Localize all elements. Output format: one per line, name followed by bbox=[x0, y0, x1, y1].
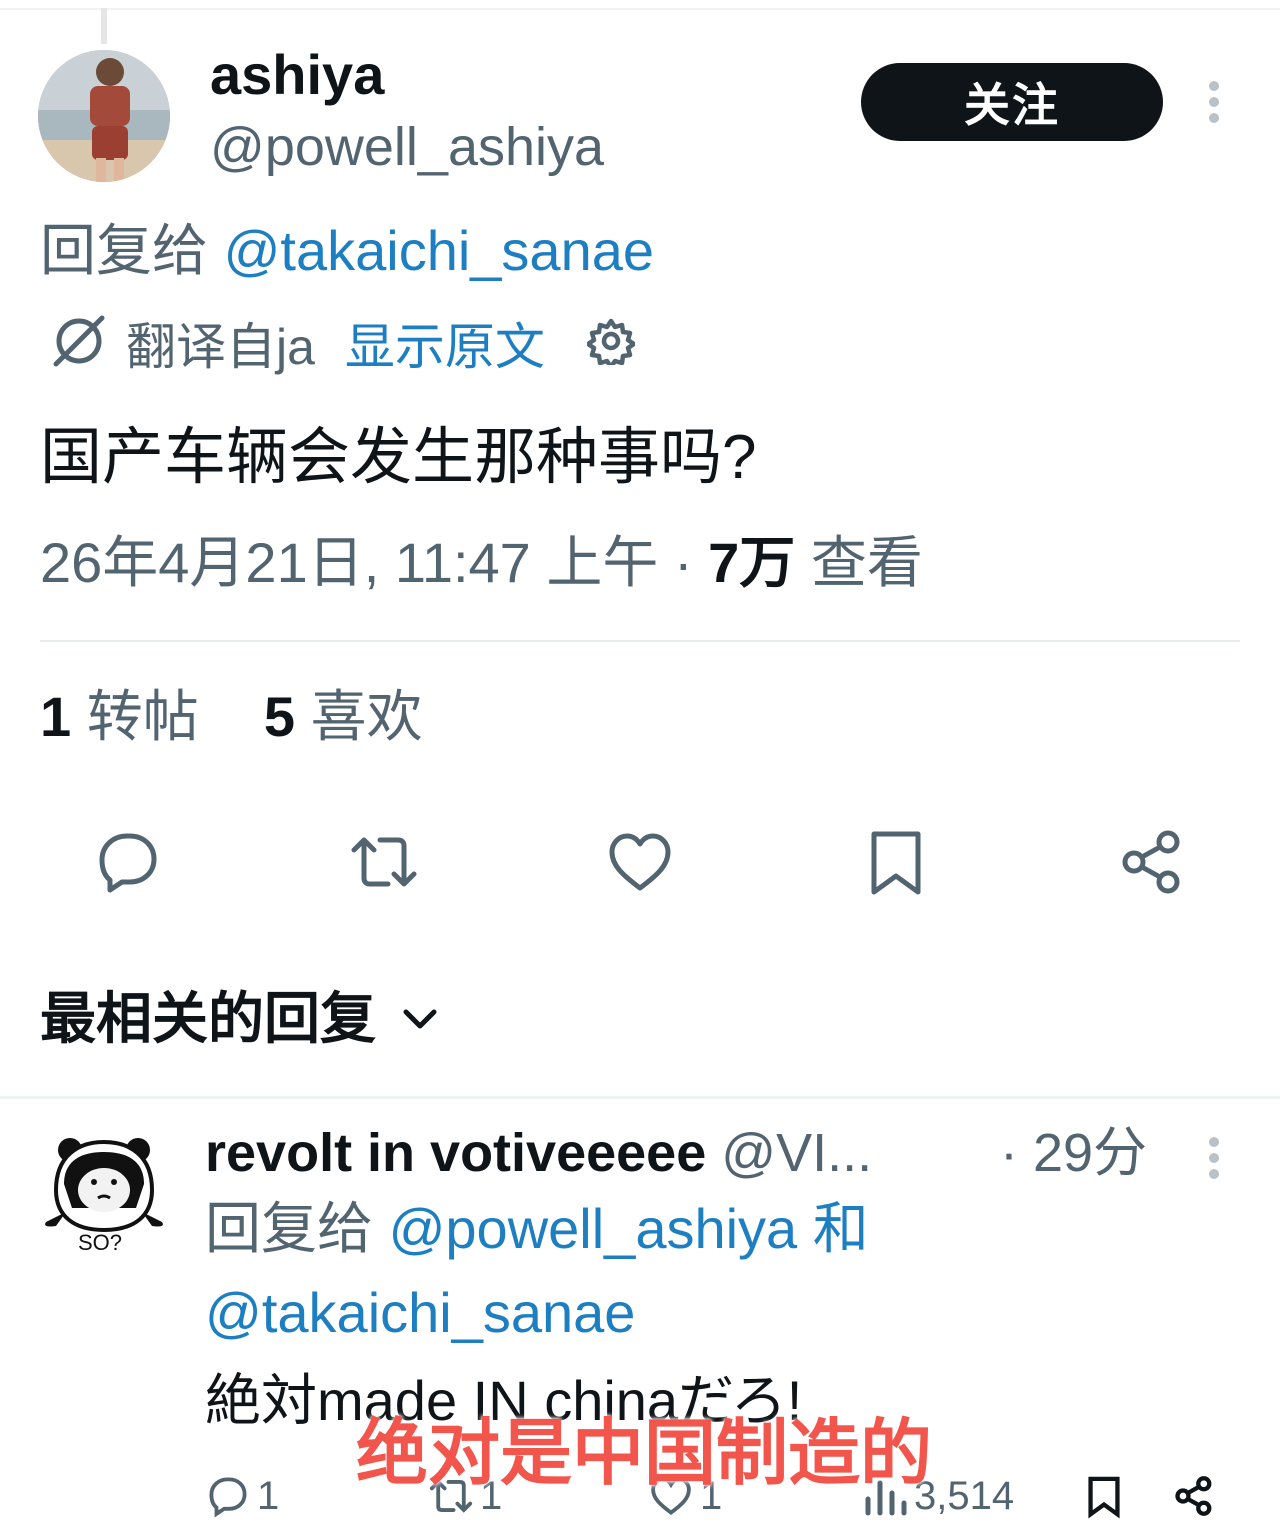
bookmark-icon bbox=[1088, 1476, 1120, 1519]
reply-reply-button[interactable]: 1 bbox=[205, 1470, 279, 1522]
show-original-link[interactable]: 显示原文 bbox=[345, 307, 545, 379]
views-count: 7万 bbox=[708, 531, 796, 594]
author-avatar[interactable] bbox=[38, 50, 170, 182]
reply-icon bbox=[209, 1477, 247, 1518]
share-icon[interactable] bbox=[1116, 826, 1188, 898]
reply-time[interactable]: · 29分 bbox=[1000, 1120, 1147, 1186]
reposts-label[interactable]: 转帖 bbox=[87, 685, 199, 748]
reply-to-and: 和 bbox=[812, 1197, 869, 1260]
reply-author-handle[interactable]: @VI... bbox=[721, 1123, 872, 1183]
repost-icon[interactable] bbox=[348, 826, 420, 898]
reply-to-prefix: 回复给 bbox=[205, 1197, 373, 1260]
share-icon bbox=[1175, 1476, 1212, 1516]
reply-author-name[interactable]: revolt in votiveeeee bbox=[205, 1123, 706, 1183]
post-meta: 26年4月21日, 11:47 上午 · 7万 查看 bbox=[40, 528, 923, 598]
translated-from-label: 翻译自ja bbox=[126, 319, 315, 375]
post-text: 国产车辆会发生那种事吗? bbox=[40, 423, 757, 492]
avatar-caption: SO? bbox=[78, 1230, 123, 1255]
post-timestamp[interactable]: 26年4月21日, 11:47 上午 · bbox=[40, 531, 693, 594]
heart-icon[interactable] bbox=[604, 826, 676, 898]
views-label: 查看 bbox=[810, 531, 923, 594]
reposts-count[interactable]: 1 bbox=[40, 685, 71, 748]
engagement-stats: 1 转帖 5 喜欢 bbox=[40, 684, 423, 750]
reply-to-mention[interactable]: @powell_ashiya bbox=[389, 1197, 798, 1260]
reply-icon[interactable] bbox=[92, 826, 164, 898]
author-name[interactable]: ashiya bbox=[210, 42, 384, 108]
reply-to-line: 回复给 @takaichi_sanae bbox=[40, 218, 654, 284]
author-handle[interactable]: @powell_ashiya bbox=[210, 114, 604, 180]
reply-share-button[interactable] bbox=[1172, 1470, 1222, 1522]
replies-sort-dropdown[interactable]: 最相关的回复 bbox=[40, 986, 440, 1052]
more-vertical-icon[interactable] bbox=[1196, 1136, 1232, 1180]
translate-icon bbox=[50, 312, 108, 375]
reply-to-line-2: @takaichi_sanae bbox=[205, 1280, 635, 1346]
reply-replies-count: 1 bbox=[257, 1473, 280, 1518]
reply-to-mention[interactable]: @takaichi_sanae bbox=[205, 1281, 635, 1344]
divider bbox=[0, 1096, 1280, 1099]
likes-count[interactable]: 5 bbox=[264, 685, 295, 748]
bookmark-icon[interactable] bbox=[860, 826, 932, 898]
reply-author-avatar[interactable]: SO? bbox=[38, 1130, 170, 1262]
replies-sort-label: 最相关的回复 bbox=[40, 987, 376, 1050]
subtitle-overlay: 绝对是中国制造的 bbox=[356, 1414, 933, 1494]
reply-bookmark-button[interactable] bbox=[1082, 1470, 1132, 1522]
divider bbox=[40, 640, 1240, 642]
likes-label[interactable]: 喜欢 bbox=[311, 685, 423, 748]
translation-row: 翻译自ja 显示原文 bbox=[50, 307, 637, 379]
chevron-down-icon bbox=[400, 999, 440, 1039]
top-divider bbox=[0, 8, 1280, 10]
reply-to-line: 回复给 @powell_ashiya 和 bbox=[205, 1196, 869, 1262]
top-divider-tick bbox=[101, 8, 107, 44]
reply-to-mention[interactable]: @takaichi_sanae bbox=[224, 219, 654, 282]
reply-author-line: revolt in votiveeeee @VI... bbox=[205, 1120, 872, 1186]
follow-button[interactable]: 关注 bbox=[861, 63, 1163, 141]
reply-to-prefix: 回复给 bbox=[40, 219, 208, 282]
gear-icon[interactable] bbox=[585, 317, 637, 370]
more-vertical-icon[interactable] bbox=[1196, 80, 1232, 124]
